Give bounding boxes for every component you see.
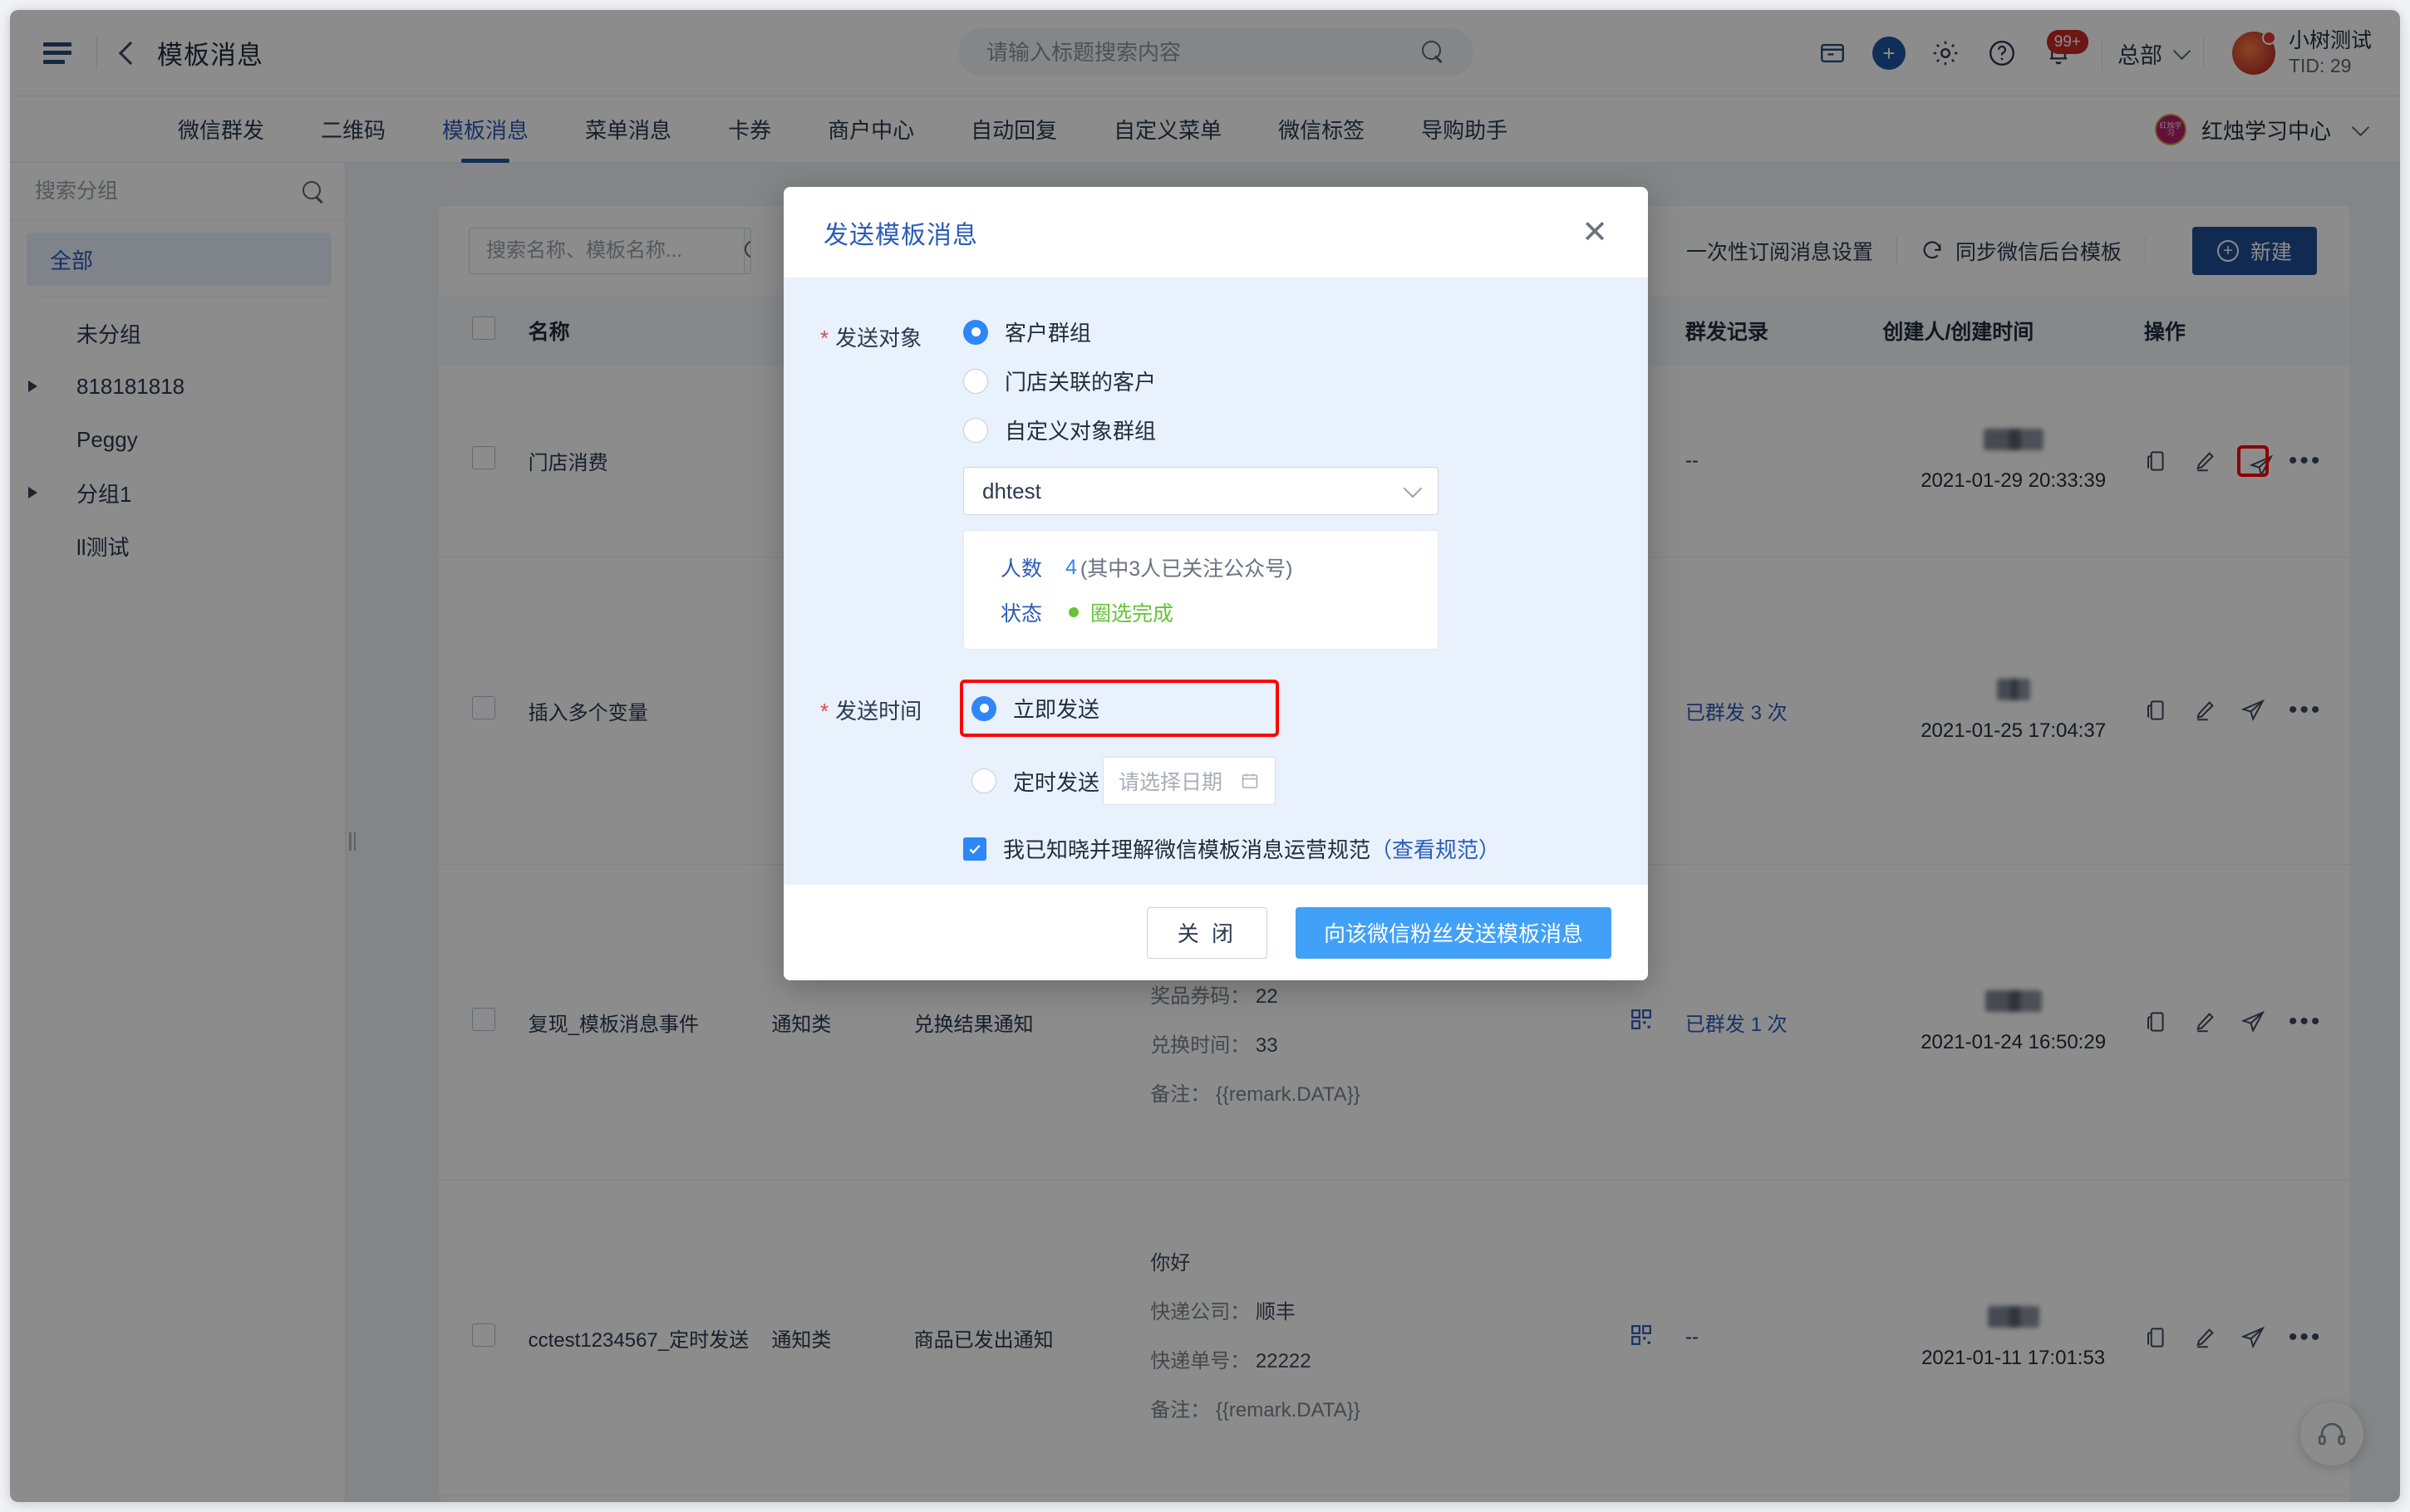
send-template-dialog: 发送模板消息 ✕ * 发送对象 客户群组 门店关联的客户 自定义对象群组 dht… [784,187,1648,980]
time-field: * 发送时间 立即发送 定时发送 请选择日期 [784,680,1648,805]
target-field: * 发送对象 客户群组 门店关联的客户 自定义对象群组 [784,317,1648,445]
dialog-body: * 发送对象 客户群组 门店关联的客户 自定义对象群组 dhtest 人数 4 … [784,278,1648,885]
close-icon[interactable]: ✕ [1581,217,1608,248]
info-row-status: 状态 圈选完成 [1001,597,1438,627]
screen-root: 模板消息 + [0,0,2410,1512]
info-row-count: 人数 4 (其中3人已关注公众号) [1001,552,1438,582]
radio-send-now[interactable]: 立即发送 [959,680,1280,737]
radio-label: 客户群组 [1005,321,1092,346]
group-select-value: dhtest [982,478,1041,503]
page-frame: 模板消息 + [10,10,2400,1502]
radio-indicator [963,368,988,394]
radio-label: 自定义对象群组 [1005,419,1157,444]
target-radio-group: 客户群组 门店关联的客户 自定义对象群组 [963,317,1156,445]
radio-label: 立即发送 [1013,697,1100,722]
required-mark: * [820,326,829,351]
dialog-header: 发送模板消息 ✕ [784,187,1648,278]
dialog-title: 发送模板消息 [824,221,978,249]
target-label-text: 发送对象 [835,326,922,351]
count-note: (其中3人已关注公众号) [1080,557,1293,581]
count-value: 4 [1065,555,1077,579]
view-rules-link[interactable]: （查看规范） [1370,833,1500,864]
status-badge: 圈选完成 [1090,602,1174,626]
status-label: 状态 [1001,602,1043,626]
target-field-label: * 发送对象 [820,317,963,352]
radio-store-customers[interactable]: 门店关联的客户 [963,366,1156,396]
group-select[interactable]: dhtest [963,467,1439,515]
radio-send-scheduled[interactable]: 定时发送 请选择日期 [971,757,1276,805]
count-label: 人数 [1001,557,1043,581]
dialog-footer: 关 闭 向该微信粉丝发送模板消息 [784,885,1648,980]
time-radio-group: 立即发送 定时发送 请选择日期 [959,680,1280,805]
radio-label: 门店关联的客户 [1005,370,1157,395]
agreement-checkbox[interactable] [963,837,986,861]
calendar-icon [1240,771,1260,791]
required-mark: * [820,699,829,724]
date-picker[interactable]: 请选择日期 [1103,757,1276,805]
radio-customer-group[interactable]: 客户群组 [963,317,1156,347]
radio-indicator [971,768,996,793]
radio-indicator [971,695,996,721]
radio-indicator [963,417,988,443]
agreement-label: 我已知晓并理解微信模板消息运营规范 [1003,837,1371,862]
radio-custom-group[interactable]: 自定义对象群组 [963,415,1156,445]
radio-indicator [963,319,988,345]
time-label-text: 发送时间 [835,699,922,724]
agreement-row[interactable]: 我已知晓并理解微信模板消息运营规范 （查看规范） [963,833,1648,864]
time-field-label: * 发送时间 [820,683,963,725]
close-button[interactable]: 关 闭 [1146,906,1267,959]
group-info-card: 人数 4 (其中3人已关注公众号) 状态 圈选完成 [963,530,1439,650]
send-to-fans-button[interactable]: 向该微信粉丝发送模板消息 [1295,906,1611,959]
chevron-down-icon [1403,479,1423,498]
radio-label: 定时发送 [1013,769,1100,795]
status-dot-icon [1069,607,1079,617]
date-placeholder: 请选择日期 [1119,771,1223,794]
